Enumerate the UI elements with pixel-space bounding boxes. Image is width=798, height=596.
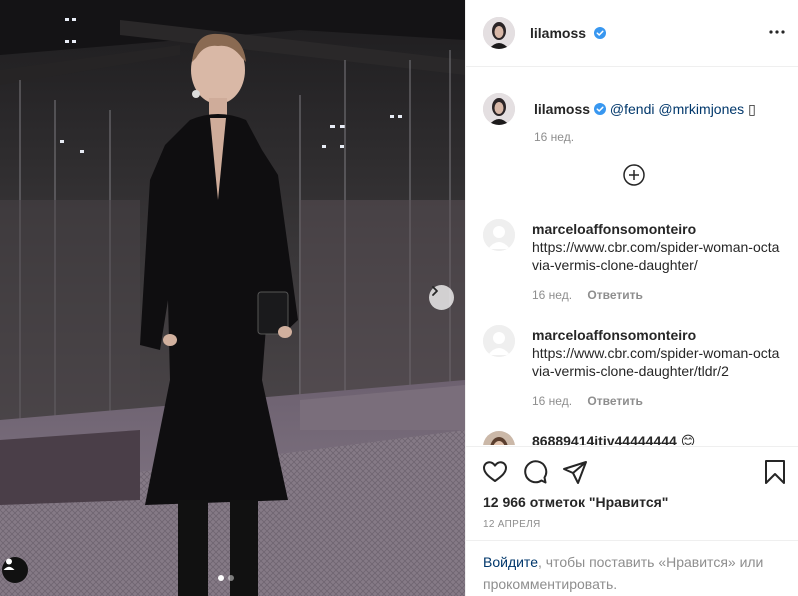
comments-list[interactable]: lilamoss @fendi @mrkimjones ▯ 16 нед. ma… xyxy=(466,67,798,445)
send-icon[interactable] xyxy=(562,459,588,485)
photo-scene xyxy=(0,0,465,596)
caption-time[interactable]: 16 нед. xyxy=(534,130,574,144)
post-details-panel: lilamoss lilamoss @fendi @mrkimjones ▯ 1… xyxy=(465,0,798,596)
commenter-avatar[interactable] xyxy=(483,325,515,357)
bookmark-icon[interactable] xyxy=(762,459,788,485)
default-avatar-icon xyxy=(483,219,515,251)
post-actions: 12 966 отметок "Нравится" 12 АПРЕЛЯ xyxy=(466,446,798,540)
caption-emoji: ▯ xyxy=(748,101,756,117)
comment-username[interactable]: marceloaffonsomonteiro xyxy=(532,326,782,344)
carousel-dot xyxy=(228,575,234,581)
comment-text[interactable]: https://www.cbr.com/spider-woman-octavia… xyxy=(532,239,779,273)
carousel-dot-active xyxy=(218,575,224,581)
post-photo[interactable] xyxy=(0,0,465,596)
caption-text: lilamoss @fendi @mrkimjones ▯ xyxy=(534,101,794,118)
next-slide-button[interactable] xyxy=(429,285,454,310)
post-date[interactable]: 12 АПРЕЛЯ xyxy=(483,519,540,530)
comment-username[interactable]: marceloaffonsomonteiro xyxy=(532,220,782,238)
heart-icon[interactable] xyxy=(482,459,508,485)
comment-footer: 16 нед. Ответить xyxy=(532,394,643,408)
login-prompt: Войдите, чтобы поставить «Нравится» или … xyxy=(466,540,798,596)
chevron-right-icon xyxy=(432,286,438,296)
plus-circle-icon[interactable] xyxy=(623,164,645,186)
commenter-avatar[interactable] xyxy=(483,219,515,251)
carousel-indicator xyxy=(218,575,234,581)
author-avatar[interactable] xyxy=(483,17,515,49)
tagged-users-button[interactable] xyxy=(2,557,28,583)
default-avatar-icon xyxy=(483,325,515,357)
comment-username[interactable]: 86889414itiy44444444 😊 xyxy=(532,432,782,445)
reply-button[interactable]: Ответить xyxy=(587,288,642,302)
commenter-avatar[interactable] xyxy=(483,431,515,445)
more-options-button[interactable] xyxy=(767,22,787,42)
post-header: lilamoss xyxy=(466,0,798,67)
comment-icon[interactable] xyxy=(522,459,548,485)
mention-fendi[interactable]: @fendi xyxy=(610,101,655,117)
more-horizontal-icon xyxy=(769,30,785,34)
user-tag-icon xyxy=(3,558,15,570)
mention-mrkimjones[interactable]: @mrkimjones xyxy=(658,101,744,117)
comment-footer: 16 нед. Ответить xyxy=(532,288,643,302)
comment-time[interactable]: 16 нед. xyxy=(532,394,572,408)
reply-button[interactable]: Ответить xyxy=(587,394,642,408)
caption-avatar[interactable] xyxy=(483,93,515,125)
verified-badge-icon xyxy=(594,103,607,115)
comment-body: marceloaffonsomonteiro https://www.cbr.c… xyxy=(532,326,782,380)
comment-time[interactable]: 16 нед. xyxy=(532,288,572,302)
caption-username[interactable]: lilamoss xyxy=(534,101,590,117)
author-username[interactable]: lilamoss xyxy=(530,25,606,41)
comment-text[interactable]: https://www.cbr.com/spider-woman-octavia… xyxy=(532,345,779,379)
likes-count[interactable]: 12 966 отметок "Нравится" xyxy=(483,494,668,510)
comment-body: 86889414itiy44444444 😊 xyxy=(532,432,782,445)
comment-body: marceloaffonsomonteiro https://www.cbr.c… xyxy=(532,220,782,274)
verified-badge-icon xyxy=(593,27,606,39)
login-link[interactable]: Войдите xyxy=(483,554,538,570)
author-username-text[interactable]: lilamoss xyxy=(530,25,586,41)
